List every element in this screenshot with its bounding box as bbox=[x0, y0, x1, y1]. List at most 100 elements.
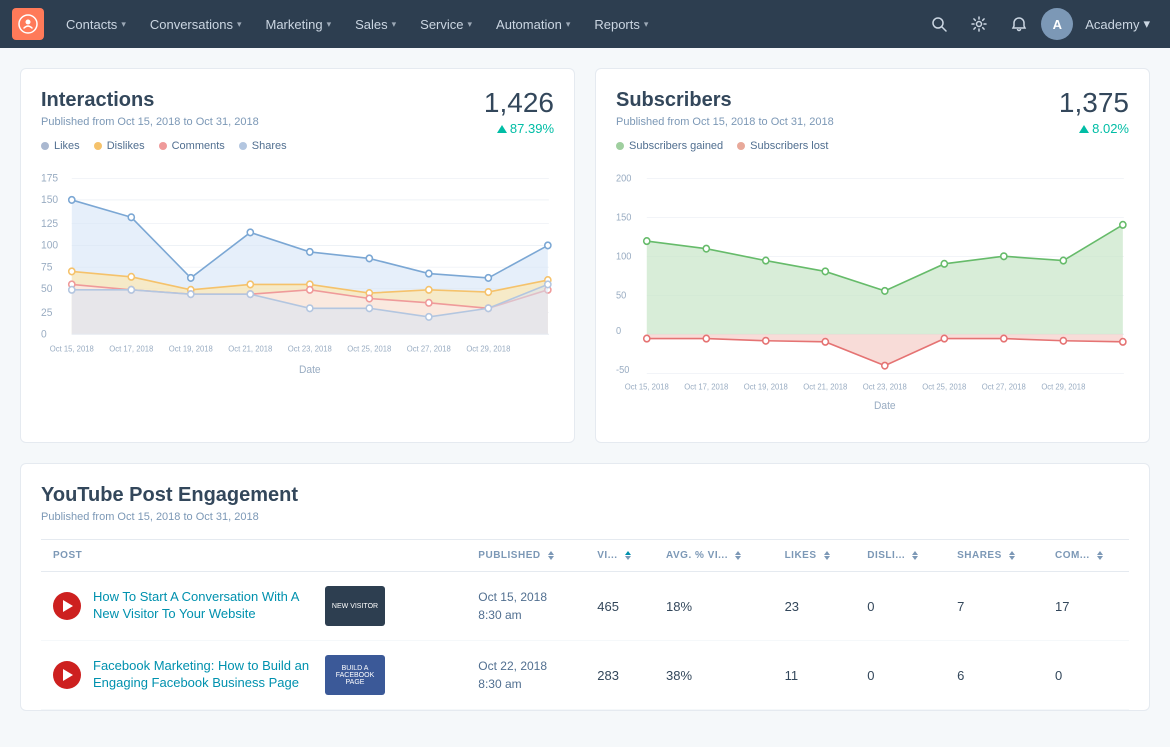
cell-comments-1: 0 bbox=[1043, 641, 1129, 710]
svg-text:175: 175 bbox=[41, 172, 58, 184]
avatar[interactable]: A bbox=[1041, 8, 1073, 40]
interactions-value: 1,426 bbox=[484, 89, 554, 117]
svg-text:Oct 25, 2018: Oct 25, 2018 bbox=[347, 344, 392, 353]
svg-text:Oct 17, 2018: Oct 17, 2018 bbox=[109, 344, 154, 353]
notifications-icon-button[interactable] bbox=[1001, 6, 1037, 42]
svg-text:Oct 17, 2018: Oct 17, 2018 bbox=[684, 382, 729, 391]
trend-up-icon bbox=[1079, 125, 1089, 133]
engagement-tbody: How To Start A Conversation With A New V… bbox=[41, 572, 1129, 710]
post-title[interactable]: Facebook Marketing: How to Build an Enga… bbox=[93, 658, 313, 692]
sort-avgviews-icon bbox=[735, 551, 741, 560]
cell-likes-1: 11 bbox=[773, 641, 856, 710]
sort-dislikes-icon bbox=[912, 551, 918, 560]
legend-dot-shares bbox=[239, 142, 247, 150]
svg-text:Oct 21, 2018: Oct 21, 2018 bbox=[228, 344, 273, 353]
col-comments[interactable]: COM... bbox=[1043, 540, 1129, 572]
svg-text:Oct 19, 2018: Oct 19, 2018 bbox=[169, 344, 214, 353]
interactions-subtitle: Published from Oct 15, 2018 to Oct 31, 2… bbox=[41, 116, 287, 128]
svg-text:150: 150 bbox=[616, 212, 631, 223]
cell-avgviews-1: 38% bbox=[654, 641, 773, 710]
legend-lost: Subscribers lost bbox=[737, 140, 828, 152]
post-thumbnail: BUILD A FACEBOOK PAGE bbox=[325, 655, 385, 695]
main-content: Interactions Published from Oct 15, 2018… bbox=[0, 48, 1170, 731]
interactions-chart: 175 150 125 100 75 50 25 0 bbox=[41, 162, 554, 422]
cell-views-0: 465 bbox=[585, 572, 654, 641]
col-views[interactable]: VI... bbox=[585, 540, 654, 572]
sort-views-icon bbox=[625, 551, 631, 560]
youtube-subtitle: Published from Oct 15, 2018 to Oct 31, 2… bbox=[41, 511, 1129, 523]
nav-icon-group: A Academy ▾ bbox=[921, 6, 1158, 42]
nav-sales[interactable]: Sales ▾ bbox=[345, 0, 406, 48]
svg-text:25: 25 bbox=[41, 307, 53, 319]
hubspot-logo[interactable] bbox=[12, 8, 44, 40]
chevron-down-icon: ▾ bbox=[644, 19, 649, 30]
nav-reports[interactable]: Reports ▾ bbox=[584, 0, 658, 48]
interactions-metric: 1,426 87.39% bbox=[484, 89, 554, 136]
legend-dot-gained bbox=[616, 142, 624, 150]
col-avg-views[interactable]: AVG. % VI... bbox=[654, 540, 773, 572]
trend-up-icon bbox=[497, 125, 507, 133]
subscribers-legend: Subscribers gained Subscribers lost bbox=[616, 140, 834, 152]
svg-text:0: 0 bbox=[616, 326, 621, 337]
legend-dot-comments bbox=[159, 142, 167, 150]
subscribers-chart: 200 150 100 50 0 -50 bbox=[616, 162, 1129, 422]
svg-text:75: 75 bbox=[41, 261, 53, 273]
svg-text:Oct 15, 2018: Oct 15, 2018 bbox=[50, 344, 95, 353]
interactions-card: Interactions Published from Oct 15, 2018… bbox=[20, 68, 575, 443]
subscribers-header: Subscribers Published from Oct 15, 2018 … bbox=[616, 89, 834, 162]
search-icon-button[interactable] bbox=[921, 6, 957, 42]
youtube-title: YouTube Post Engagement bbox=[41, 484, 1129, 507]
interactions-legend: Likes Dislikes Comments Shares bbox=[41, 140, 287, 152]
chevron-down-icon: ▾ bbox=[566, 19, 571, 30]
col-dislikes[interactable]: DISLI... bbox=[855, 540, 945, 572]
svg-text:Oct 19, 2018: Oct 19, 2018 bbox=[744, 382, 789, 391]
cell-comments-0: 17 bbox=[1043, 572, 1129, 641]
svg-text:Oct 29, 2018: Oct 29, 2018 bbox=[1041, 382, 1086, 391]
cell-dislikes-1: 0 bbox=[855, 641, 945, 710]
subscribers-value: 1,375 bbox=[1059, 89, 1129, 117]
cell-avgviews-0: 18% bbox=[654, 572, 773, 641]
svg-text:Date: Date bbox=[874, 400, 896, 412]
cell-published-1: Oct 22, 2018 8:30 am bbox=[466, 641, 585, 710]
sort-likes-icon bbox=[824, 551, 830, 560]
col-likes[interactable]: LIKES bbox=[773, 540, 856, 572]
chevron-down-icon: ▾ bbox=[237, 19, 242, 30]
legend-shares: Shares bbox=[239, 140, 287, 152]
cell-views-1: 283 bbox=[585, 641, 654, 710]
sort-comments-icon bbox=[1097, 551, 1103, 560]
svg-text:100: 100 bbox=[41, 239, 58, 251]
chevron-down-icon: ▾ bbox=[392, 19, 397, 30]
col-post: POST bbox=[41, 540, 466, 572]
nav-contacts[interactable]: Contacts ▾ bbox=[56, 0, 136, 48]
interactions-change: 87.39% bbox=[497, 121, 554, 136]
legend-comments: Comments bbox=[159, 140, 225, 152]
interactions-header: Interactions Published from Oct 15, 2018… bbox=[41, 89, 287, 162]
nav-conversations[interactable]: Conversations ▾ bbox=[140, 0, 252, 48]
subscribers-change: 8.02% bbox=[1079, 121, 1129, 136]
svg-text:150: 150 bbox=[41, 194, 58, 206]
legend-dislikes: Dislikes bbox=[94, 140, 145, 152]
cell-post-0: How To Start A Conversation With A New V… bbox=[41, 572, 466, 641]
svg-text:Oct 27, 2018: Oct 27, 2018 bbox=[982, 382, 1027, 391]
nav-automation[interactable]: Automation ▾ bbox=[486, 0, 580, 48]
table-header-row: POST PUBLISHED VI... bbox=[41, 540, 1129, 572]
youtube-icon bbox=[53, 661, 81, 689]
cell-likes-0: 23 bbox=[773, 572, 856, 641]
col-published[interactable]: PUBLISHED bbox=[466, 540, 585, 572]
col-shares[interactable]: SHARES bbox=[945, 540, 1043, 572]
cell-shares-1: 6 bbox=[945, 641, 1043, 710]
account-menu[interactable]: Academy ▾ bbox=[1077, 16, 1158, 32]
settings-icon-button[interactable] bbox=[961, 6, 997, 42]
post-thumbnail: NEW VISITOR bbox=[325, 586, 385, 626]
svg-text:50: 50 bbox=[616, 290, 626, 301]
top-navigation: Contacts ▾ Conversations ▾ Marketing ▾ S… bbox=[0, 0, 1170, 48]
nav-service[interactable]: Service ▾ bbox=[410, 0, 482, 48]
legend-dot-likes bbox=[41, 142, 49, 150]
post-title[interactable]: How To Start A Conversation With A New V… bbox=[93, 589, 313, 623]
nav-marketing[interactable]: Marketing ▾ bbox=[255, 0, 341, 48]
svg-text:Oct 25, 2018: Oct 25, 2018 bbox=[922, 382, 967, 391]
svg-text:125: 125 bbox=[41, 218, 58, 230]
sort-shares-icon bbox=[1009, 551, 1015, 560]
svg-text:Oct 23, 2018: Oct 23, 2018 bbox=[288, 344, 333, 353]
cell-post-1: Facebook Marketing: How to Build an Enga… bbox=[41, 641, 466, 710]
